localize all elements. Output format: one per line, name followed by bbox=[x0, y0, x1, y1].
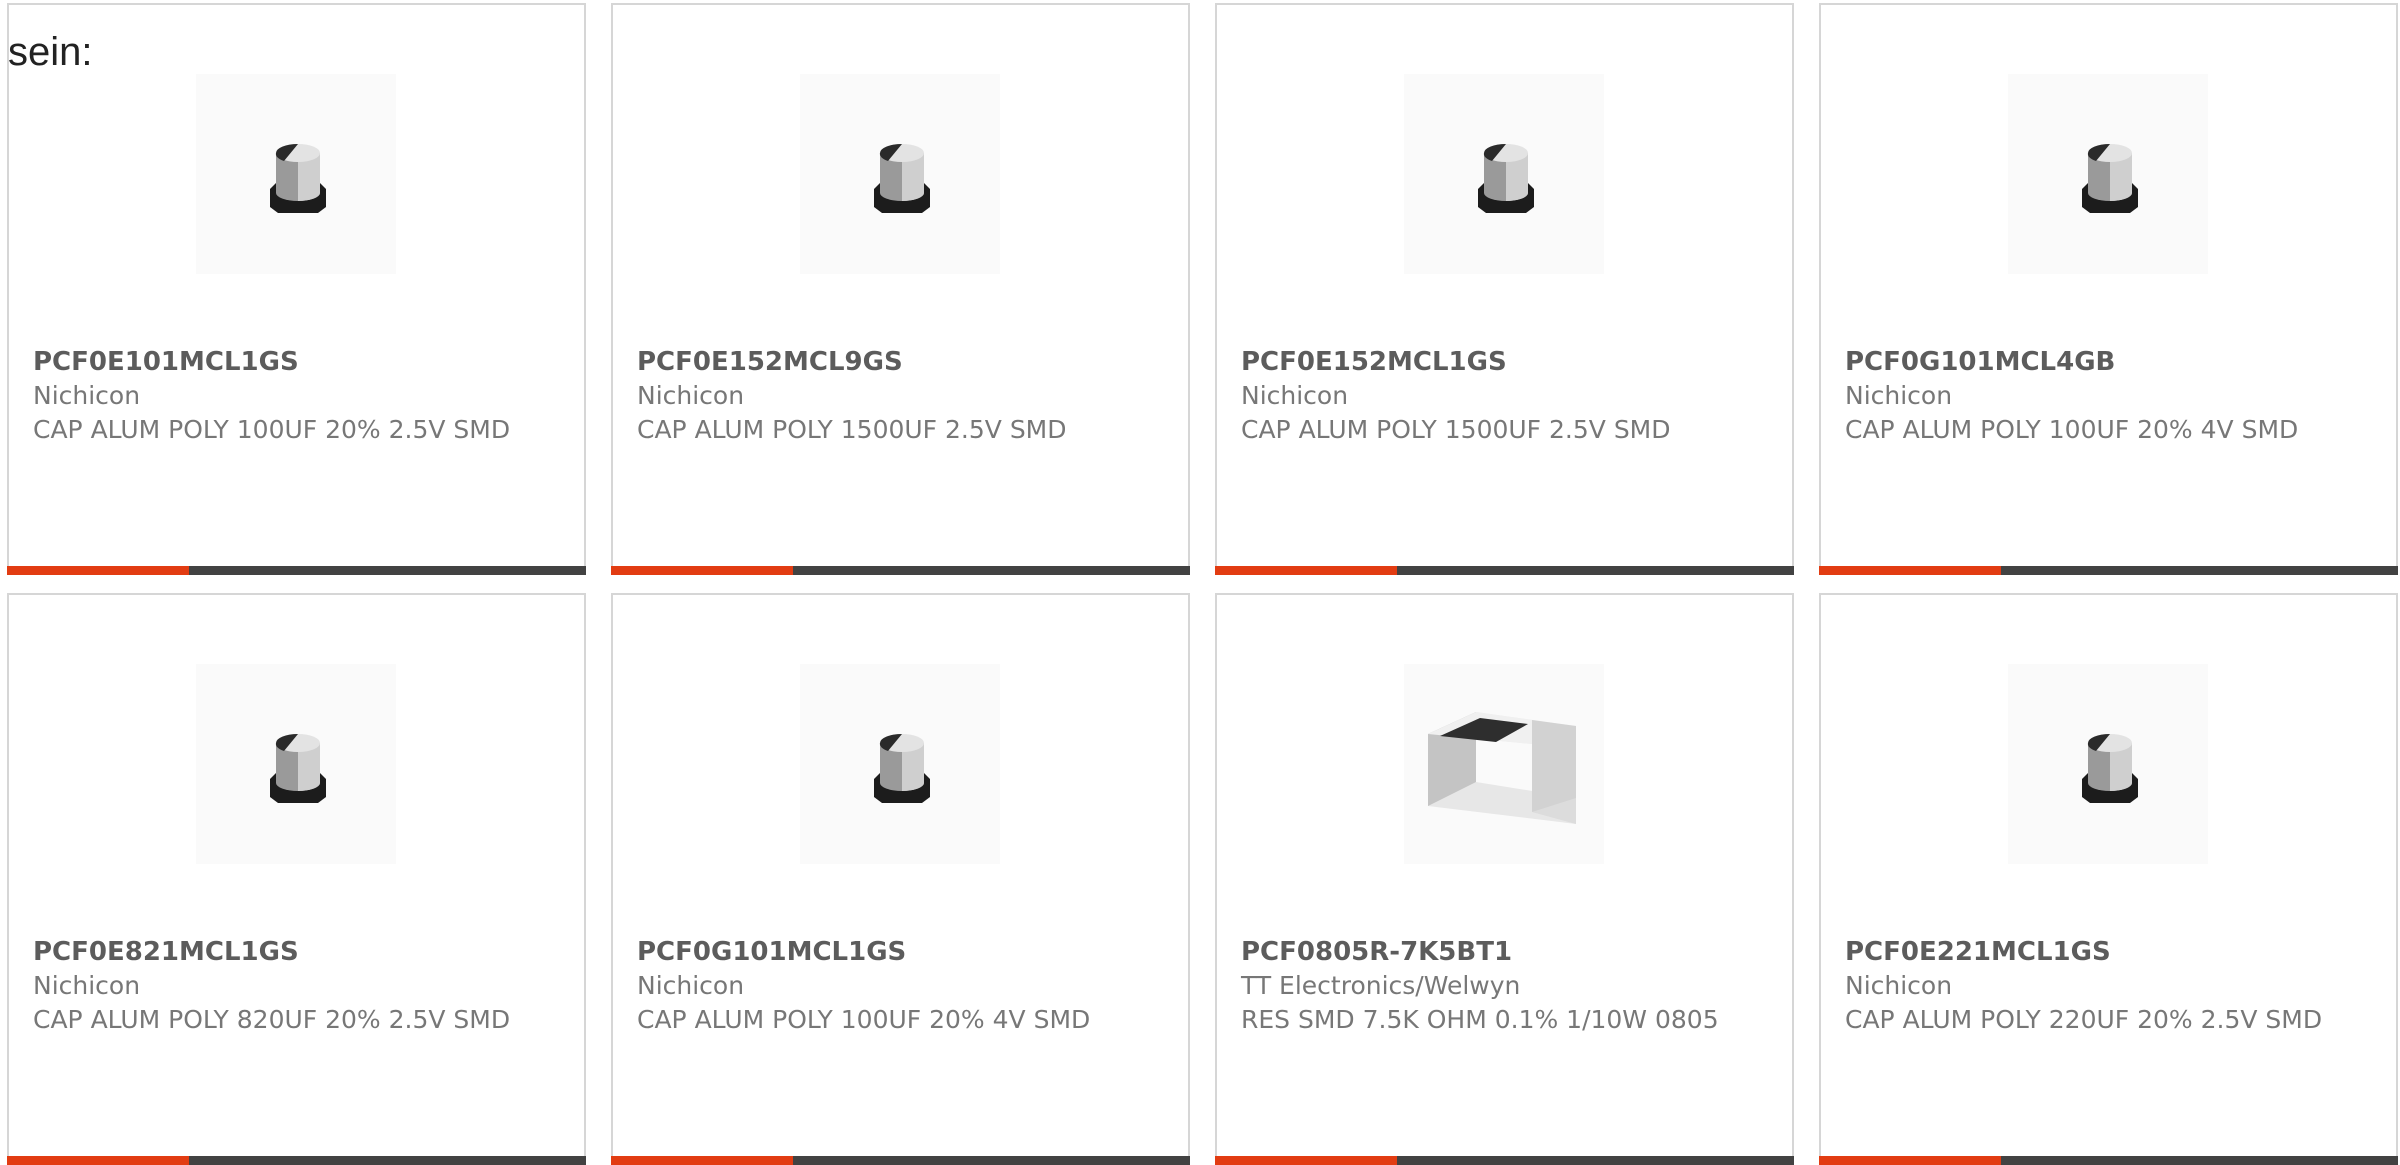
product-info: PCF0E821MCL1GS Nichicon CAP ALUM POLY 82… bbox=[33, 935, 533, 1037]
card-bar-accent bbox=[1819, 566, 2002, 575]
card-bar bbox=[1819, 566, 2398, 575]
description: CAP ALUM POLY 1500UF 2.5V SMD bbox=[1241, 415, 1671, 444]
product-card[interactable]: PCF0E152MCL1GS Nichicon CAP ALUM POLY 15… bbox=[1215, 3, 1794, 575]
manufacturer: Nichicon bbox=[637, 971, 745, 1000]
product-card[interactable]: PCF0805R-7K5BT1 TT Electronics/Welwyn RE… bbox=[1215, 593, 1794, 1165]
capacitor-image[interactable] bbox=[196, 74, 396, 274]
part-number-link[interactable]: PCF0E152MCL9GS bbox=[637, 345, 1137, 379]
product-info: PCF0E152MCL1GS Nichicon CAP ALUM POLY 15… bbox=[1241, 345, 1741, 447]
capacitor-image[interactable] bbox=[2008, 74, 2208, 274]
description: CAP ALUM POLY 220UF 20% 2.5V SMD bbox=[1845, 1005, 2323, 1034]
product-grid: PCF0E101MCL1GS Nichicon CAP ALUM POLY 10… bbox=[7, 3, 2398, 1165]
part-number-link[interactable]: PCF0E152MCL1GS bbox=[1241, 345, 1741, 379]
description: CAP ALUM POLY 100UF 20% 2.5V SMD bbox=[33, 415, 511, 444]
capacitor-image[interactable] bbox=[1404, 74, 1604, 274]
part-number-link[interactable]: PCF0G101MCL4GB bbox=[1845, 345, 2345, 379]
part-number-link[interactable]: PCF0E821MCL1GS bbox=[33, 935, 533, 969]
product-card[interactable]: PCF0E101MCL1GS Nichicon CAP ALUM POLY 10… bbox=[7, 3, 586, 575]
product-card[interactable]: PCF0E152MCL9GS Nichicon CAP ALUM POLY 15… bbox=[611, 3, 1190, 575]
manufacturer: Nichicon bbox=[1241, 381, 1349, 410]
product-info: PCF0G101MCL4GB Nichicon CAP ALUM POLY 10… bbox=[1845, 345, 2345, 447]
product-info: PCF0E221MCL1GS Nichicon CAP ALUM POLY 22… bbox=[1845, 935, 2345, 1037]
capacitor-image[interactable] bbox=[800, 664, 1000, 864]
capacitor-image[interactable] bbox=[196, 664, 396, 864]
product-info: PCF0E152MCL9GS Nichicon CAP ALUM POLY 15… bbox=[637, 345, 1137, 447]
product-card[interactable]: PCF0G101MCL4GB Nichicon CAP ALUM POLY 10… bbox=[1819, 3, 2398, 575]
capacitor-image[interactable] bbox=[800, 74, 1000, 274]
description: CAP ALUM POLY 100UF 20% 4V SMD bbox=[637, 1005, 1091, 1034]
manufacturer: Nichicon bbox=[33, 971, 141, 1000]
part-number-link[interactable]: PCF0E221MCL1GS bbox=[1845, 935, 2345, 969]
description: CAP ALUM POLY 1500UF 2.5V SMD bbox=[637, 415, 1067, 444]
product-info: PCF0E101MCL1GS Nichicon CAP ALUM POLY 10… bbox=[33, 345, 533, 447]
manufacturer: Nichicon bbox=[1845, 381, 1953, 410]
manufacturer: TT Electronics/Welwyn bbox=[1241, 971, 1521, 1000]
product-info: PCF0805R-7K5BT1 TT Electronics/Welwyn RE… bbox=[1241, 935, 1741, 1037]
description: RES SMD 7.5K OHM 0.1% 1/10W 0805 bbox=[1241, 1005, 1719, 1034]
product-card[interactable]: PCF0E221MCL1GS Nichicon CAP ALUM POLY 22… bbox=[1819, 593, 2398, 1165]
card-bar-accent bbox=[1215, 566, 1398, 575]
product-card[interactable]: PCF0E821MCL1GS Nichicon CAP ALUM POLY 82… bbox=[7, 593, 586, 1165]
part-number-link[interactable]: PCF0G101MCL1GS bbox=[637, 935, 1137, 969]
manufacturer: Nichicon bbox=[637, 381, 745, 410]
part-number-link[interactable]: PCF0E101MCL1GS bbox=[33, 345, 533, 379]
description: CAP ALUM POLY 820UF 20% 2.5V SMD bbox=[33, 1005, 511, 1034]
intro-text: sein: bbox=[8, 30, 93, 74]
capacitor-image[interactable] bbox=[2008, 664, 2208, 864]
card-bar-accent bbox=[7, 566, 190, 575]
description: CAP ALUM POLY 100UF 20% 4V SMD bbox=[1845, 415, 2299, 444]
card-bar bbox=[7, 566, 586, 575]
product-card[interactable]: PCF0G101MCL1GS Nichicon CAP ALUM POLY 10… bbox=[611, 593, 1190, 1165]
card-bar-accent bbox=[611, 566, 794, 575]
part-number-link[interactable]: PCF0805R-7K5BT1 bbox=[1241, 935, 1741, 969]
manufacturer: Nichicon bbox=[33, 381, 141, 410]
product-info: PCF0G101MCL1GS Nichicon CAP ALUM POLY 10… bbox=[637, 935, 1137, 1037]
manufacturer: Nichicon bbox=[1845, 971, 1953, 1000]
resistor-image[interactable] bbox=[1404, 664, 1604, 864]
card-bar bbox=[611, 566, 1190, 575]
card-bar bbox=[1215, 566, 1794, 575]
